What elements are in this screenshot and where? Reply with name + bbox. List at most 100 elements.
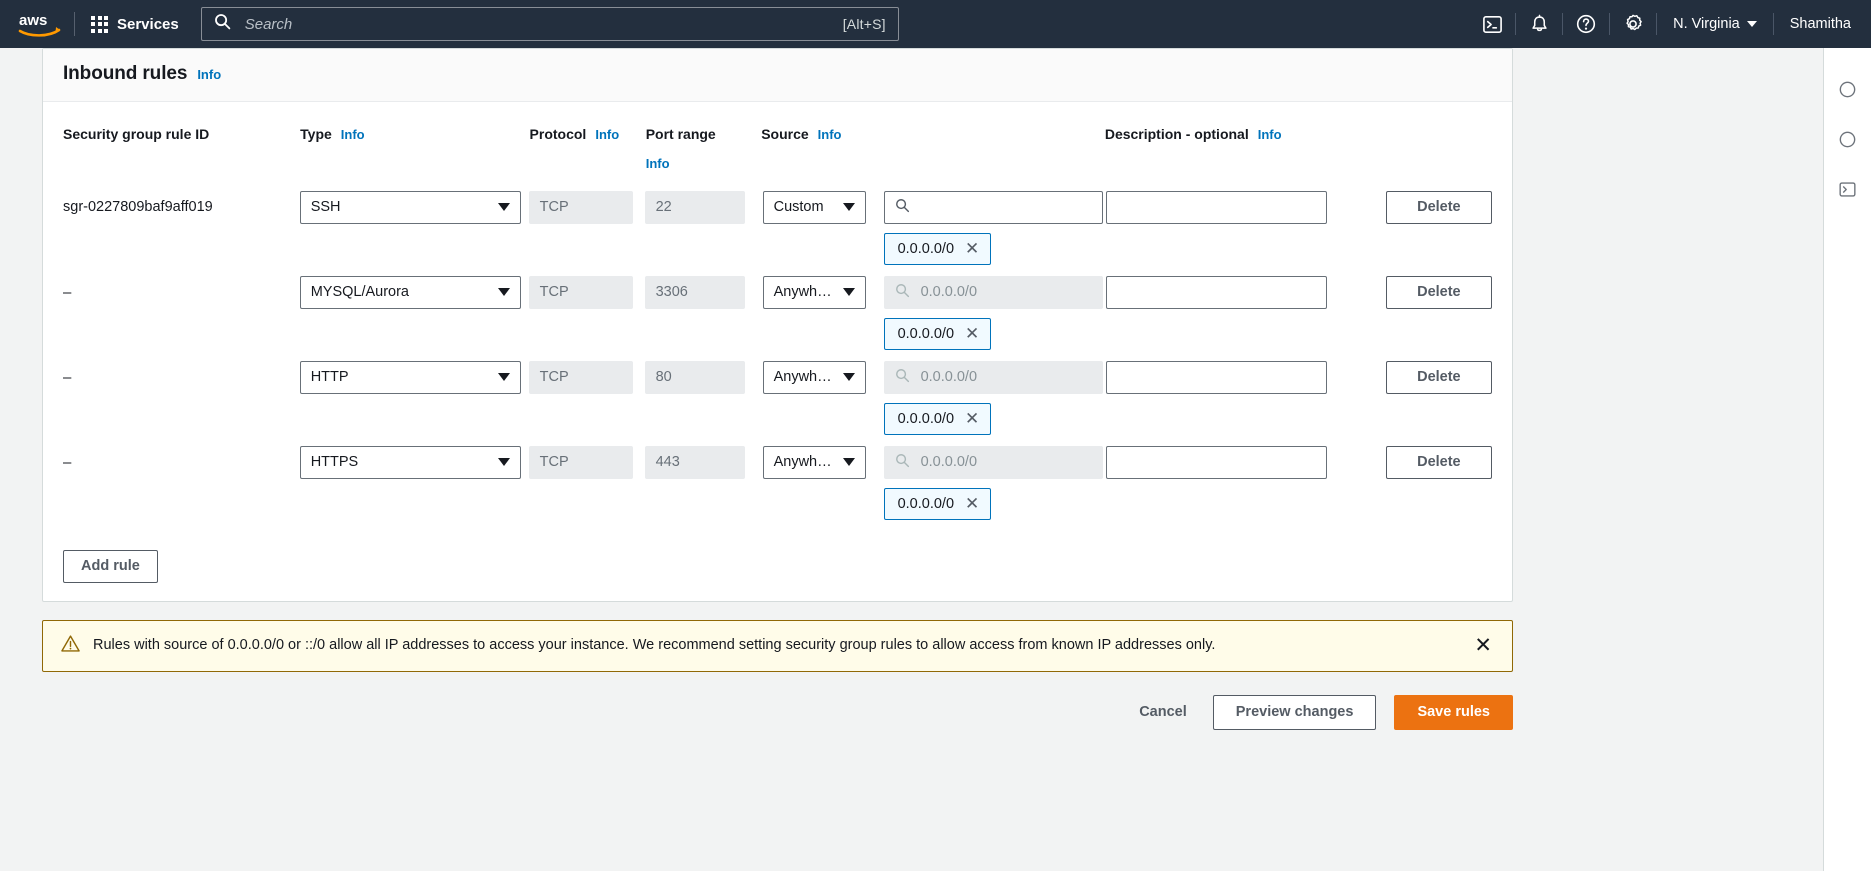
source-type-select[interactable]: Anywh…: [762, 360, 866, 394]
col-label: Type: [300, 126, 332, 142]
cell-port-range: 80: [644, 360, 763, 394]
type-select-value: MYSQL/Aurora: [310, 284, 410, 300]
content-column: Inbound rules Info Security group rule I…: [42, 48, 1513, 754]
cell-protocol: TCP: [528, 275, 645, 309]
description-input[interactable]: [1105, 190, 1327, 224]
chip-remove-icon[interactable]: ✕: [965, 495, 979, 512]
cell-port-range: 3306: [644, 275, 763, 309]
rule-id-value: –: [63, 453, 72, 471]
description-input[interactable]: [1105, 360, 1327, 394]
source-search-input: [918, 453, 1092, 471]
cell-rule-id: sgr-0227809baf9aff019: [63, 191, 300, 215]
type-select[interactable]: HTTPS: [299, 445, 521, 479]
region-selector[interactable]: N. Virginia: [1657, 0, 1773, 48]
chip-label: 0.0.0.0/0: [897, 495, 955, 512]
chip-label: 0.0.0.0/0: [897, 325, 955, 342]
cell-type: HTTPS: [299, 445, 529, 479]
chevron-down-icon: [497, 373, 510, 381]
col-header-source: Source Info: [761, 124, 1105, 145]
delete-rule-button[interactable]: Delete: [1385, 360, 1492, 394]
inbound-rules-header: Inbound rules Info: [43, 49, 1512, 102]
port-range-field: 80: [644, 360, 745, 394]
services-menu-button[interactable]: Services: [79, 10, 191, 39]
notifications-panel-icon[interactable]: [1838, 130, 1857, 154]
cloudshell-icon[interactable]: [1469, 0, 1515, 48]
cell-actions: Delete: [1385, 360, 1492, 394]
cell-port-range: 443: [644, 445, 763, 479]
type-info-link[interactable]: Info: [341, 125, 365, 145]
warning-alert: Rules with source of 0.0.0.0/0 or ::/0 a…: [42, 619, 1513, 672]
col-label: Description - optional: [1104, 126, 1249, 142]
close-icon[interactable]: ✕: [1470, 635, 1496, 656]
preview-changes-button[interactable]: Preview changes: [1212, 694, 1377, 730]
port-range-info-link[interactable]: Info: [646, 154, 670, 174]
source-search-input: [918, 283, 1092, 301]
cell-description: [1105, 360, 1386, 394]
chevron-down-icon: [842, 203, 855, 211]
source-type-select[interactable]: Anywh…: [762, 445, 866, 479]
table-row: – MYSQL/Aurora TCP 3306 Anywh… 0.0.0.0/0…: [63, 265, 1492, 350]
delete-rule-button[interactable]: Delete: [1385, 275, 1492, 309]
account-menu[interactable]: Shamitha: [1774, 0, 1867, 48]
global-search-box[interactable]: [Alt+S]: [200, 7, 899, 41]
global-search-input[interactable]: [242, 14, 843, 34]
chip-remove-icon[interactable]: ✕: [965, 240, 979, 257]
cancel-button[interactable]: Cancel: [1131, 704, 1195, 720]
help-panel-icon[interactable]: [1838, 80, 1857, 104]
chip-remove-icon[interactable]: ✕: [965, 325, 979, 342]
type-select[interactable]: SSH: [299, 190, 521, 224]
type-select-value: SSH: [310, 199, 341, 215]
save-rules-button[interactable]: Save rules: [1394, 694, 1513, 730]
source-info-link[interactable]: Info: [818, 125, 842, 145]
footer-actions: Cancel Preview changes Save rules: [42, 694, 1513, 754]
rule-id-value: –: [63, 368, 72, 386]
description-input[interactable]: [1105, 445, 1327, 479]
cell-source: Anywh… 0.0.0.0/0 0.0.0.0/0 ✕: [762, 360, 1106, 435]
chip-remove-icon[interactable]: ✕: [965, 410, 979, 427]
table-row: sgr-0227809baf9aff019 SSH TCP 22 Custom …: [63, 180, 1492, 265]
type-select[interactable]: MYSQL/Aurora: [299, 275, 521, 309]
source-search-input[interactable]: [918, 198, 1092, 216]
port-range-field: 3306: [644, 275, 745, 309]
services-label: Services: [117, 15, 179, 33]
cell-source: Custom 0.0.0.0/0 ✕: [762, 190, 1106, 265]
description-input[interactable]: [1105, 275, 1327, 309]
cell-protocol: TCP: [528, 360, 645, 394]
description-info-link[interactable]: Info: [1258, 125, 1282, 145]
protocol-value: TCP: [539, 454, 569, 470]
cell-source: Anywh… 0.0.0.0/0 0.0.0.0/0 ✕: [762, 445, 1106, 520]
col-header-rule-id: Security group rule ID: [63, 124, 300, 145]
table-row: – HTTPS TCP 443 Anywh… 0.0.0.0/0 0.0.0.0…: [63, 435, 1492, 520]
protocol-value: TCP: [539, 369, 569, 385]
port-range-field: 443: [644, 445, 745, 479]
region-label: N. Virginia: [1673, 16, 1740, 32]
search-shortcut-hint: [Alt+S]: [842, 16, 886, 32]
port-range-value: 3306: [655, 284, 688, 300]
cloudshell-panel-icon[interactable]: [1838, 180, 1857, 204]
chevron-down-icon: [842, 288, 855, 296]
source-search-box[interactable]: [883, 190, 1103, 224]
port-range-value: 22: [655, 199, 672, 215]
delete-rule-button[interactable]: Delete: [1385, 190, 1492, 224]
add-rule-button[interactable]: Add rule: [63, 549, 158, 583]
delete-rule-button[interactable]: Delete: [1385, 445, 1492, 479]
settings-gear-icon[interactable]: [1610, 0, 1656, 48]
source-search-input: [918, 368, 1092, 386]
cell-rule-id: –: [63, 276, 300, 301]
type-select[interactable]: HTTP: [299, 360, 521, 394]
aws-logo[interactable]: aws: [0, 10, 70, 38]
notifications-bell-icon[interactable]: [1516, 0, 1562, 48]
protocol-info-link[interactable]: Info: [595, 125, 619, 145]
source-type-select[interactable]: Anywh…: [762, 275, 866, 309]
col-label: Port range: [645, 126, 716, 142]
right-side-rail: [1823, 48, 1871, 871]
port-range-field: 22: [644, 190, 745, 224]
source-type-select[interactable]: Custom: [762, 190, 866, 224]
rule-id-value: –: [63, 283, 72, 301]
protocol-field: TCP: [528, 445, 633, 479]
help-question-icon[interactable]: [1563, 0, 1609, 48]
source-type-value: Custom: [773, 199, 824, 215]
cell-source: Anywh… 0.0.0.0/0 0.0.0.0/0 ✕: [762, 275, 1106, 350]
inbound-rules-info-link[interactable]: Info: [197, 67, 221, 82]
top-navigation-bar: aws Services [Alt+S]: [0, 0, 1871, 48]
